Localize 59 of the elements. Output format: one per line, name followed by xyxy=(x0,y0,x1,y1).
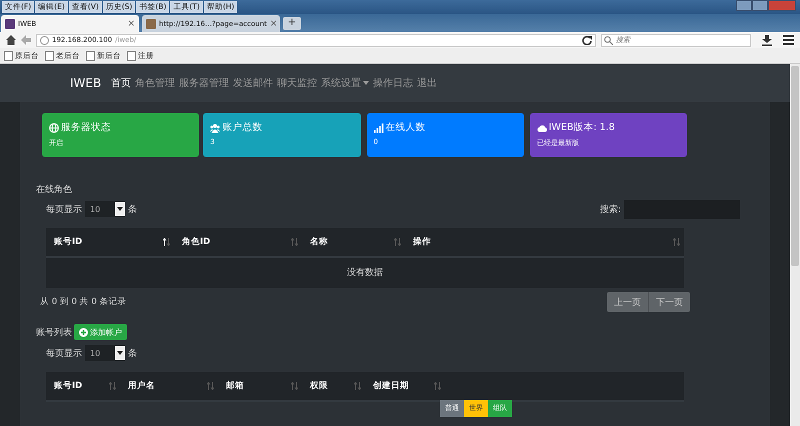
column-header[interactable]: 名称 xyxy=(302,228,405,256)
empty-table-message: 没有数据 xyxy=(46,258,684,288)
signal-bars-icon xyxy=(374,122,384,132)
new-tab-button[interactable]: + xyxy=(283,17,301,30)
nav-link[interactable]: 聊天监控 xyxy=(277,76,318,90)
back-arrow-icon xyxy=(21,35,31,45)
info-icon xyxy=(40,36,49,44)
download-icon xyxy=(762,34,772,46)
page-icon xyxy=(146,18,156,28)
column-header[interactable]: 账号ID xyxy=(46,228,174,256)
next-page-button[interactable]: 下一页 xyxy=(648,292,690,312)
previous-page-button[interactable]: 上一页 xyxy=(607,292,648,312)
window-controls[interactable] xyxy=(736,0,796,12)
page-size-unit: 条 xyxy=(128,348,137,360)
page-icon xyxy=(4,50,13,60)
section-title: 账号列表 xyxy=(36,326,72,338)
cloud-icon xyxy=(536,122,547,132)
column-header[interactable]: 角色ID xyxy=(174,228,302,256)
column-header[interactable]: 账号ID xyxy=(46,372,120,400)
caret-down-icon xyxy=(117,207,123,211)
menu-icon xyxy=(783,35,794,45)
page-size-label: 每页显示 xyxy=(46,204,82,216)
card-title: 在线人数 xyxy=(386,121,426,134)
reload-icon xyxy=(582,35,592,45)
page-size-label: 每页显示 xyxy=(46,348,82,360)
column-header[interactable]: 用户名 xyxy=(120,372,218,400)
globe-icon xyxy=(49,122,59,132)
column-header[interactable]: 权限 xyxy=(302,372,365,400)
nav-link[interactable]: 首页 xyxy=(111,76,132,90)
page-icon xyxy=(127,50,136,60)
home-icon xyxy=(6,35,16,45)
users-icon xyxy=(210,122,220,132)
close-tab-button[interactable]: × xyxy=(127,18,135,28)
nav-link[interactable]: 服务器管理 xyxy=(179,76,230,90)
nav-link[interactable]: 发送邮件 xyxy=(233,76,274,90)
search-label: 搜索: xyxy=(600,204,621,216)
page-icon xyxy=(5,18,15,28)
card-title: IWEB版本: 1.8 xyxy=(548,121,615,134)
nav-link[interactable]: 系统设置 xyxy=(321,76,370,90)
page-size-unit: 条 xyxy=(128,204,137,216)
card-title: 账户总数 xyxy=(222,121,262,134)
close-tab-button[interactable]: × xyxy=(270,18,278,28)
nav-link[interactable]: 退出 xyxy=(417,76,438,90)
scrollbar[interactable] xyxy=(790,64,800,426)
column-header[interactable]: 邮箱 xyxy=(218,372,302,400)
caret-down-icon xyxy=(117,351,123,355)
brand-link[interactable]: IWEB xyxy=(70,76,102,90)
nav-link[interactable]: 角色管理 xyxy=(135,76,176,90)
page-size-select[interactable]: 10 xyxy=(85,345,125,361)
page-icon xyxy=(45,50,54,60)
card-title: 服务器状态 xyxy=(61,121,111,134)
section-title: 在线角色 xyxy=(36,184,73,196)
page-icon xyxy=(86,50,95,60)
table-info: 从 0 到 0 共 0 条记录 xyxy=(40,296,126,308)
column-header[interactable]: 操作 xyxy=(405,228,684,256)
page-size-select[interactable]: 10 xyxy=(85,201,125,217)
column-header[interactable]: 创建日期 xyxy=(365,372,445,400)
nav-link[interactable]: 操作日志 xyxy=(373,76,414,90)
plus-circle-icon xyxy=(79,328,88,336)
